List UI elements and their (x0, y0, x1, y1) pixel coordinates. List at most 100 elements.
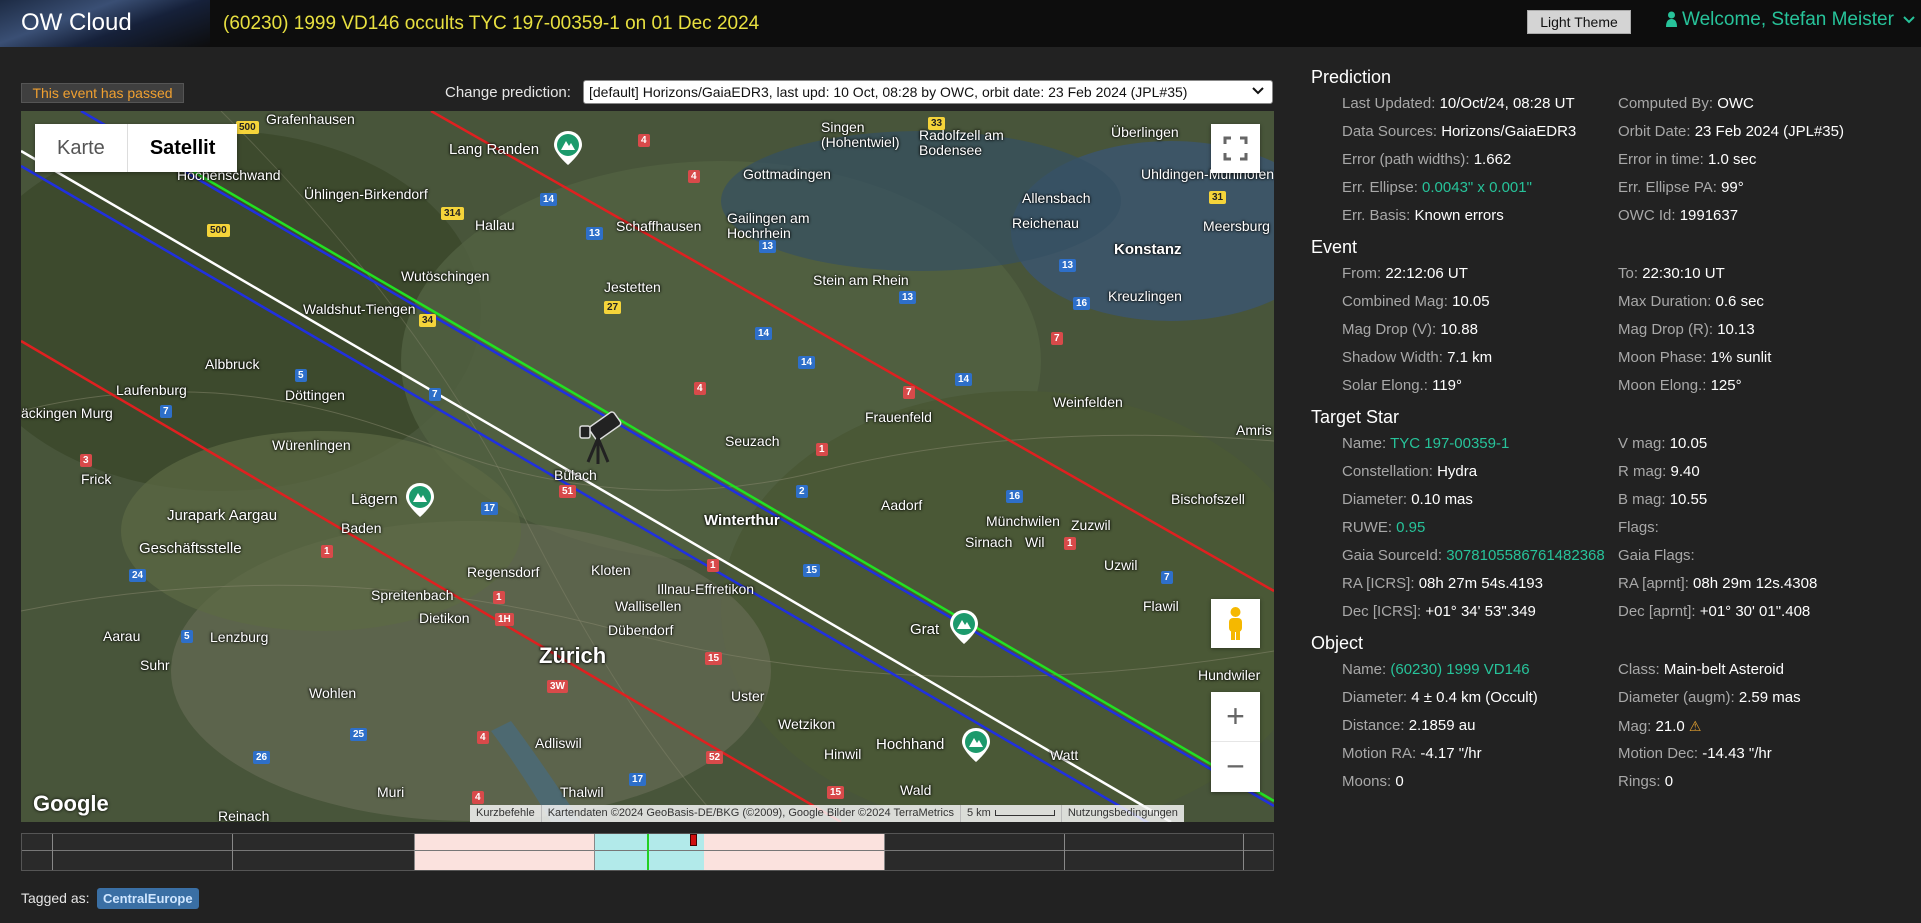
place-label: Aarau (103, 628, 141, 644)
field-label: Err. Ellipse PA: (1618, 179, 1717, 196)
change-prediction-label: Change prediction: (445, 84, 571, 101)
place-label: Thalwil (560, 784, 604, 800)
detail-row: Mag Drop (V): 10.88 Mag Drop (R): 10.13 (1311, 316, 1911, 344)
brand-logo[interactable]: OW Cloud (0, 0, 210, 47)
field-label: Error (path widths): (1342, 151, 1470, 168)
road-shield: 1 (493, 591, 505, 604)
field-label: Motion Dec: (1618, 745, 1699, 762)
ruwe-link[interactable]: 0.95 (1396, 519, 1425, 536)
road-shield: 16 (1006, 490, 1024, 503)
place-label: Gottmadingen (743, 166, 831, 182)
timeline-center-marker (647, 834, 649, 870)
map-attribution: Kurzbefehle Kartendaten ©2024 GeoBasis-D… (470, 805, 1184, 822)
detail-row: Err. Ellipse: 0.0043" x 0.001" Err. Elli… (1311, 174, 1911, 202)
occultation-map[interactable]: Zürich Winterthur Schaffhausen Konstanz … (21, 111, 1274, 822)
timeline-tick (1243, 834, 1244, 870)
detail-row: Moons: 0 Rings: 0 (1311, 768, 1911, 796)
mountain-marker-icon[interactable] (962, 728, 990, 762)
road-shield: 15 (803, 564, 821, 577)
detail-row: RA [ICRS]: 08h 27m 54s.4193 RA [aprnt]: … (1311, 570, 1911, 598)
place-label: Schaffhausen (616, 218, 702, 234)
map-type-satellit[interactable]: Satellit (126, 124, 238, 172)
scale-indicator[interactable]: 5 km (959, 805, 1061, 822)
event-title: (60230) 1999 VD146 occults TYC 197-00359… (223, 13, 760, 34)
event-timeline[interactable] (21, 833, 1274, 871)
road-shield: 33 (928, 117, 946, 130)
field-value: 0.10 mas (1411, 491, 1473, 508)
field-value: 1% sunlit (1710, 349, 1772, 366)
place-label: Geschäftsstelle (139, 540, 242, 557)
mountain-marker-icon[interactable] (554, 131, 582, 165)
place-label: Aadorf (881, 497, 923, 513)
road-shield: 25 (350, 728, 368, 741)
road-shield: 4 (472, 791, 484, 804)
google-logo[interactable]: Google (33, 791, 109, 817)
road-shield: 13 (759, 240, 777, 253)
detail-row: Gaia SourceId: 3078105586761482368 Gaia … (1311, 542, 1911, 570)
detail-row: Distance: 2.1859 au Mag: 21.0 ⚠ (1311, 712, 1911, 740)
zoom-in-button[interactable]: + (1211, 692, 1260, 742)
star-name-link[interactable]: TYC 197-00359-1 (1390, 435, 1509, 452)
field-label: RA [aprnt]: (1618, 575, 1689, 592)
mountain-marker-icon[interactable] (950, 610, 978, 644)
field-value: OWC (1717, 95, 1754, 112)
road-shield: 7 (903, 386, 915, 399)
shortcuts-link[interactable]: Kurzbefehle (470, 805, 541, 822)
place-label: Wutöschingen (401, 268, 490, 284)
field-value: Hydra (1437, 463, 1478, 480)
theme-toggle-button[interactable]: Light Theme (1527, 10, 1631, 34)
prediction-select[interactable]: [default] Horizons/GaiaEDR3, last upd: 1… (583, 80, 1273, 104)
gaia-source-link[interactable]: 3078105586761482368 (1446, 547, 1605, 564)
street-view-button[interactable] (1211, 599, 1260, 648)
map-type-karte[interactable]: Karte (35, 124, 127, 172)
field-value: 1.662 (1473, 151, 1512, 168)
field-label: R mag: (1618, 463, 1667, 480)
place-label: Watt (1050, 747, 1079, 763)
welcome-text[interactable]: Welcome, Stefan Meister (1682, 9, 1894, 30)
detail-row: Error (path widths): 1.662 Error in time… (1311, 146, 1911, 174)
field-value: 08h 27m 54s.4193 (1418, 575, 1543, 592)
road-shield: 7 (1051, 332, 1063, 345)
place-label: Baden (341, 520, 382, 536)
telescope-icon[interactable] (576, 406, 628, 466)
warning-icon[interactable]: ⚠ (1689, 718, 1702, 734)
place-label: Weinfelden (1053, 394, 1123, 410)
tag-badge[interactable]: CentralEurope (97, 888, 199, 909)
object-name-link[interactable]: (60230) 1999 VD146 (1390, 661, 1529, 678)
road-shield: 31 (1209, 191, 1227, 204)
place-label: Wallisellen (615, 598, 682, 614)
place-label: Frauenfeld (865, 409, 932, 425)
road-shield: 26 (253, 751, 271, 764)
prediction-select-value[interactable]: [default] Horizons/GaiaEDR3, last upd: 1… (589, 84, 1187, 100)
terms-link[interactable]: Nutzungsbedingungen (1060, 805, 1184, 822)
field-label: Diameter (augm): (1618, 689, 1735, 706)
road-shield: 5 (295, 369, 307, 382)
detail-row: Shadow Width: 7.1 km Moon Phase: 1% sunl… (1311, 344, 1911, 372)
field-label: Mag Drop (R): (1618, 321, 1714, 338)
road-shield: 15 (705, 652, 723, 665)
place-label: Albbruck (205, 356, 260, 372)
timeline-current-marker[interactable] (690, 834, 697, 846)
orbit-date-value[interactable]: 23 Feb 2024 (JPL#35) (1695, 123, 1844, 140)
field-label: Distance: (1342, 717, 1405, 734)
place-label: Adliswil (535, 735, 582, 751)
field-value: 10.05 (1452, 293, 1490, 310)
detail-row: Dec [ICRS]: +01° 34' 53".349 Dec [aprnt]… (1311, 598, 1911, 626)
detail-row: Diameter: 0.10 mas B mag: 10.55 (1311, 486, 1911, 514)
fullscreen-button[interactable] (1211, 124, 1260, 173)
chevron-down-icon[interactable] (1252, 81, 1264, 103)
user-menu[interactable]: Welcome, Stefan Meister (1666, 9, 1915, 31)
road-shield: 27 (604, 301, 622, 314)
mountain-marker-icon[interactable] (406, 483, 434, 517)
err-ellipse-link[interactable]: 0.0043" x 0.001" (1422, 179, 1532, 196)
chevron-down-icon[interactable] (1903, 15, 1915, 25)
brand-name[interactable]: OW Cloud (21, 9, 132, 37)
field-value: 10.55 (1669, 491, 1708, 508)
place-label: Bülach (554, 467, 597, 483)
field-label: Moons: (1342, 773, 1392, 790)
timeline-tick (1064, 834, 1065, 870)
road-shield: 4 (688, 170, 700, 183)
place-label: Würenlingen (272, 437, 351, 453)
zoom-out-button[interactable]: − (1211, 742, 1260, 792)
place-label: Reichenau (1012, 215, 1079, 231)
